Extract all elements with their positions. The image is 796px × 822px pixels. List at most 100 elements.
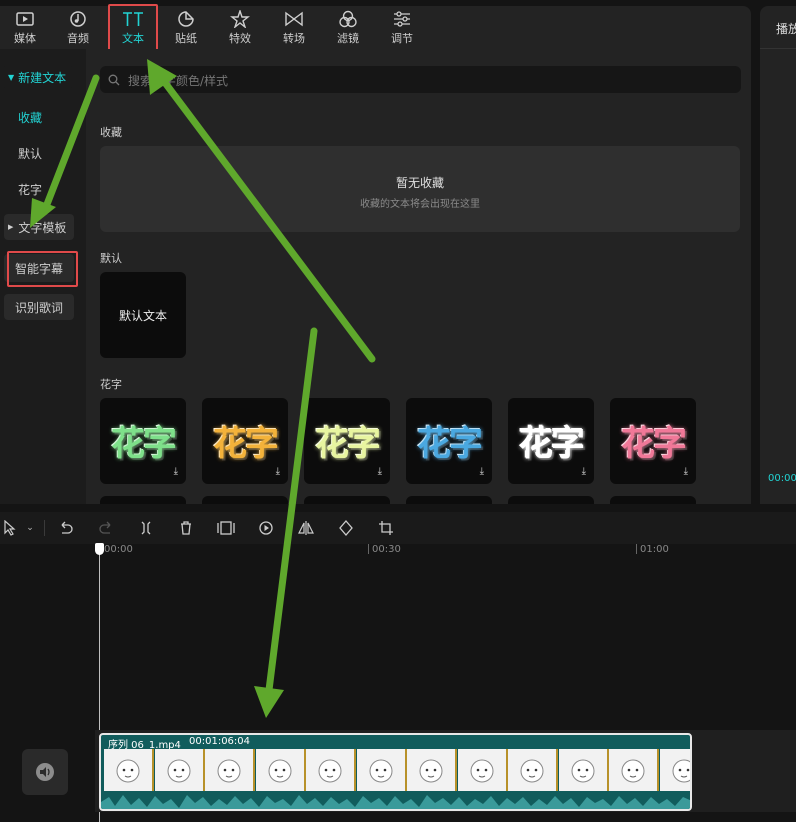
fancy-text-card-row2[interactable] [100, 496, 186, 504]
crop-button[interactable] [376, 519, 396, 537]
tab-sticker[interactable]: 贴纸 [161, 6, 211, 49]
default-text-card[interactable]: 默认文本 [100, 272, 186, 358]
search-box[interactable] [100, 66, 741, 93]
tab-filter[interactable]: 滤镜 [323, 6, 373, 49]
player-time: 00:00 [768, 473, 796, 484]
recognize-lyrics-button[interactable]: 识别歌词 [4, 294, 74, 320]
sidebar-item-favorites[interactable]: 收藏 [18, 109, 42, 126]
search-icon [108, 74, 120, 86]
fancy-text-preview: 花字 [519, 424, 585, 464]
crop-icon [379, 521, 393, 535]
filter-icon [339, 10, 357, 28]
rotate-icon [339, 520, 353, 536]
undo-icon [61, 521, 73, 534]
fancy-text-card-row2[interactable] [304, 496, 390, 504]
speaker-icon [36, 763, 54, 781]
tab-label: 贴纸 [175, 32, 197, 45]
fancy-text-preview: 花字 [417, 424, 483, 464]
favorites-empty-state: 暂无收藏 收藏的文本将会出现在这里 [100, 146, 740, 232]
download-icon[interactable]: ⤓ [276, 466, 280, 477]
new-text-label: 新建文本 [18, 70, 67, 85]
delete-button[interactable] [176, 519, 196, 537]
clip-thumbnail [255, 749, 306, 791]
text-template-label: 文字模板 [18, 220, 67, 235]
play-circle-icon [259, 521, 273, 535]
split-icon [141, 521, 151, 535]
timeline-ruler[interactable]: 00:00 00:30 01:00 [0, 544, 796, 564]
panel-divider [751, 6, 760, 504]
clip-thumbnail [306, 749, 356, 791]
fancy-text-card[interactable]: 花字 ⤓ [304, 398, 390, 484]
clip-thumbnail [407, 749, 457, 791]
fancy-text-card[interactable]: 花字 ⤓ [100, 398, 186, 484]
clip-thumbnail [558, 749, 609, 791]
tab-adjust[interactable]: 调节 [377, 6, 427, 49]
transition-icon [285, 11, 303, 27]
tab-media[interactable]: 媒体 [0, 6, 50, 49]
download-icon[interactable]: ⤓ [684, 466, 688, 477]
text-template-category[interactable]: ▶ 文字模板 [4, 214, 74, 240]
undo-button[interactable] [56, 519, 76, 537]
clip-thumbnail [205, 749, 255, 791]
timeline-toolbar [0, 512, 796, 544]
player-panel: 播放 00:00 [760, 6, 796, 504]
effects-icon [230, 10, 250, 28]
sidebar-item-default[interactable]: 默认 [18, 145, 42, 162]
fancy-text-card[interactable]: 花字 ⤓ [202, 398, 288, 484]
tab-audio[interactable]: 音频 [53, 6, 103, 49]
audio-icon [70, 11, 86, 27]
video-clip[interactable]: 序列 06_1.mp4 00:01:06:04 [99, 733, 692, 811]
track-audio-toggle[interactable] [22, 749, 68, 795]
playhead-handle[interactable] [95, 543, 104, 555]
clip-thumbnail [356, 749, 407, 791]
download-icon[interactable]: ⤓ [378, 466, 382, 477]
adjust-icon [394, 11, 410, 27]
split-button[interactable] [136, 519, 156, 537]
fancy-text-card[interactable]: 花字 ⤓ [508, 398, 594, 484]
tab-effects[interactable]: 特效 [215, 6, 265, 49]
fancy-text-card-row2[interactable] [202, 496, 288, 504]
download-icon[interactable]: ⤓ [480, 466, 484, 477]
fancy-text-card-row2[interactable] [406, 496, 492, 504]
select-tool-dropdown[interactable]: ⌄ [20, 519, 40, 537]
mirror-button[interactable] [296, 519, 316, 537]
ruler-tick-label: 01:00 [640, 544, 669, 555]
fancy-text-card[interactable]: 花字 ⤓ [610, 398, 696, 484]
player-title: 播放 [776, 22, 796, 36]
ruler-tick-label: 00:00 [104, 544, 133, 555]
download-icon[interactable]: ⤓ [582, 466, 586, 477]
download-icon[interactable]: ⤓ [174, 466, 178, 477]
freeze-frame-button[interactable] [216, 519, 236, 537]
sidebar-item-fancy-text[interactable]: 花字 [18, 181, 42, 198]
clip-thumbnail [104, 749, 154, 791]
select-tool[interactable] [0, 519, 20, 537]
search-input[interactable] [126, 70, 730, 91]
media-icon [16, 12, 34, 26]
fancy-text-preview: 花字 [621, 424, 687, 464]
new-text-category[interactable]: ▼ 新建文本 [2, 66, 74, 88]
clip-thumbnail [508, 749, 558, 791]
fancy-text-preview: 花字 [213, 424, 279, 464]
tab-label: 滤镜 [337, 32, 359, 45]
tab-transition[interactable]: 转场 [269, 6, 319, 49]
rotate-button[interactable] [336, 519, 356, 537]
favorites-empty-hint: 收藏的文本将会出现在这里 [360, 199, 480, 210]
recognize-lyrics-label: 识别歌词 [14, 300, 63, 315]
default-section-title: 默认 [100, 252, 122, 265]
tab-label: 转场 [283, 32, 305, 45]
mirror-icon [298, 521, 314, 535]
ruler-tick-label: 00:30 [372, 544, 401, 555]
reverse-button[interactable] [256, 519, 276, 537]
fancy-text-card-row2[interactable] [508, 496, 594, 504]
fancy-text-preview: 花字 [315, 424, 381, 464]
fancy-text-card-row2[interactable] [610, 496, 696, 504]
redo-button[interactable] [96, 519, 116, 537]
cursor-icon [4, 520, 16, 536]
fancy-text-card[interactable]: 花字 ⤓ [406, 398, 492, 484]
chevron-down-icon: ⌄ [26, 523, 34, 533]
tab-label: 媒体 [14, 32, 36, 45]
smart-caption-highlight-box [7, 251, 78, 287]
sticker-icon [178, 11, 194, 27]
trash-icon [181, 521, 191, 535]
clip-thumbnail [154, 749, 205, 791]
